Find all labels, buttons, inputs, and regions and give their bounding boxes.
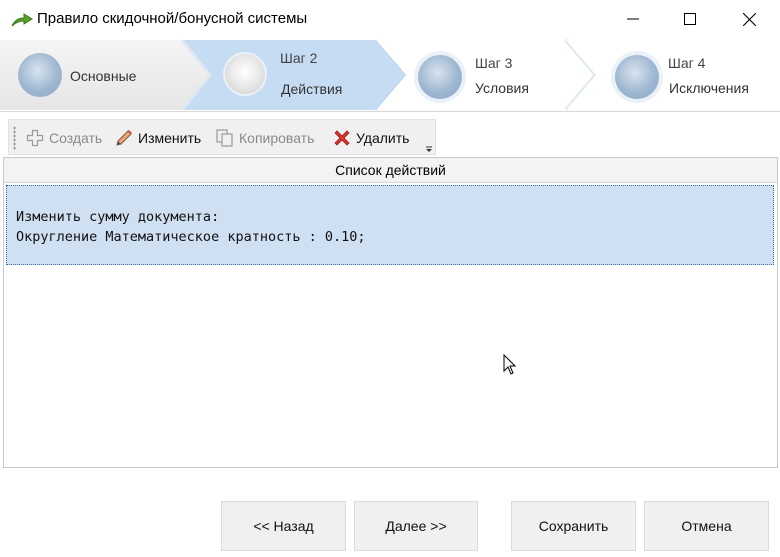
delete-cross-icon <box>332 128 352 148</box>
back-button[interactable]: << Назад <box>221 501 346 551</box>
cancel-button[interactable]: Отмена <box>644 501 769 551</box>
edit-label: Изменить <box>138 130 202 146</box>
edit-button[interactable]: Изменить <box>114 120 201 156</box>
step-number: Шаг 3 <box>475 55 513 71</box>
wizard-step-actions[interactable]: Шаг 2 Действия <box>190 38 390 112</box>
save-button[interactable]: Сохранить <box>511 501 636 551</box>
window-title: Правило скидочной/бонусной системы <box>37 10 308 27</box>
wizard-step-conditions[interactable]: Шаг 3 Условия <box>390 38 580 112</box>
app-arrow-icon <box>11 10 33 28</box>
actions-list-panel: Список действий Изменить сумму документа… <box>3 157 778 468</box>
step-label: Действия <box>281 81 343 97</box>
list-item[interactable]: Изменить сумму документа: Округление Мат… <box>6 185 774 265</box>
close-button[interactable] <box>720 0 778 38</box>
step-label: Основные <box>70 68 137 84</box>
minimize-button[interactable] <box>604 0 662 38</box>
copy-icon <box>215 128 235 148</box>
actions-list-header: Список действий <box>4 158 777 183</box>
toolbar-overflow-chevron-icon[interactable] <box>424 134 434 152</box>
delete-label: Удалить <box>356 130 410 146</box>
step-number: Шаг 4 <box>668 55 706 71</box>
create-button[interactable]: Создать <box>25 120 102 156</box>
maximize-icon <box>684 13 696 25</box>
plus-icon <box>25 128 45 148</box>
copy-label: Копировать <box>239 130 315 146</box>
wizard-step-exclusions[interactable]: Шаг 4 Исключения <box>580 38 780 112</box>
step-label: Условия <box>475 80 529 96</box>
toolbar-grip-handle[interactable] <box>13 126 16 150</box>
next-button[interactable]: Далее >> <box>354 501 478 551</box>
create-label: Создать <box>49 130 103 146</box>
step-number: Шаг 2 <box>280 50 318 66</box>
close-icon <box>742 12 756 26</box>
step-circle-icon <box>223 52 267 96</box>
copy-button[interactable]: Копировать <box>215 120 314 156</box>
list-item-line: Округление Математическое кратность : 0.… <box>16 229 366 245</box>
step-circle-icon <box>18 53 62 97</box>
step-circle-icon <box>418 55 462 99</box>
mouse-cursor-icon <box>503 354 517 375</box>
maximize-button[interactable] <box>661 0 719 38</box>
title-bar: Правило скидочной/бонусной системы <box>0 0 780 38</box>
delete-button[interactable]: Удалить <box>332 120 409 156</box>
pencil-icon <box>114 128 134 148</box>
step-label: Исключения <box>669 80 749 96</box>
actions-toolbar: Создать Изменить Копировать Удалить <box>8 119 436 155</box>
step-circle-icon <box>615 55 659 99</box>
list-item-line: Изменить сумму документа: <box>16 209 220 225</box>
wizard-step-main[interactable]: Основные <box>0 38 190 112</box>
wizard-steps: Основные Шаг 2 Действия Шаг 3 Условия Ша… <box>0 38 780 112</box>
minimize-icon <box>627 18 639 20</box>
